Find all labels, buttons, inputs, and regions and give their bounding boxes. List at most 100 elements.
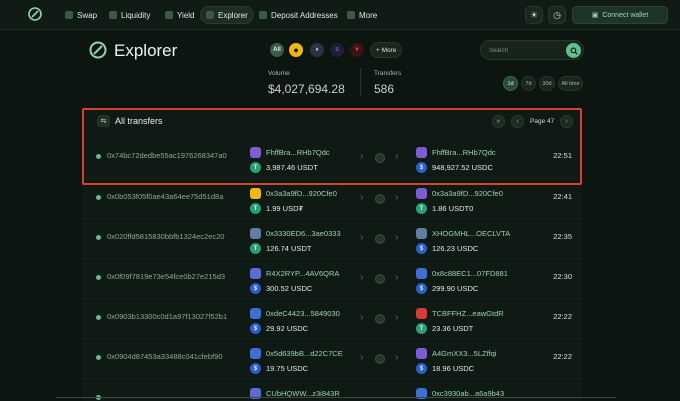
chain-all-label: All <box>273 47 281 53</box>
table-row[interactable]: 0x0f09f7819e73e54fce0b27e215d3 $ R4X2RYP..… <box>82 258 582 298</box>
app-logo-icon[interactable] <box>27 6 43 22</box>
table-row[interactable]: 0x020ffd5815830bbfb1324ec2ec20 T 0x3330ED6… <box>82 218 582 258</box>
from-side: T 0x3330ED6...3ae0333 126.74 USDT <box>250 228 360 258</box>
history-button[interactable]: ◷ <box>548 6 566 24</box>
to-side: $ A4GmXX3...5LZffqi 18.96 USDC <box>416 348 526 378</box>
from-side: $ R4X2RYP...4AV6QRA 300.52 USDC <box>250 268 360 298</box>
sun-icon: ☀ <box>529 9 539 20</box>
from-chain-icon <box>250 188 261 199</box>
grid-icon <box>347 11 355 19</box>
volume-value: $4,027,694.28 <box>268 82 345 96</box>
from-token-icon: T <box>250 203 261 214</box>
to-address[interactable]: 0x3a3a9fD...920Cfe0 <box>432 189 503 198</box>
to-amount: 299.90 USDC <box>432 284 479 293</box>
status-dot <box>96 235 101 240</box>
yield-icon <box>165 11 173 19</box>
range-all-time[interactable]: All time <box>558 76 583 91</box>
chain-filter-all[interactable]: All <box>270 43 284 57</box>
tron-chain-icon[interactable]: ▼ <box>350 43 364 57</box>
tx-time: 22:35 <box>553 232 572 241</box>
from-address[interactable]: 0xdeC4423...5849030 <box>266 309 340 318</box>
from-chain-icon <box>250 308 261 319</box>
nav-yield-label: Yield <box>177 10 195 20</box>
to-side: T TCBFFHZ...eawGtdR 23.36 USDT <box>416 308 526 338</box>
solana-chain-icon[interactable]: ≡ <box>330 43 344 57</box>
nav-deposit-addresses[interactable]: Deposit Addresses <box>254 6 343 24</box>
tx-hash[interactable]: 0x0b053f05f0ae43a64ee75d51d8a <box>107 192 249 201</box>
search-box <box>480 40 584 60</box>
from-address[interactable]: 0x3330ED6...3ae0333 <box>266 229 341 238</box>
to-side: T 0x3a3a9fD...920Cfe0 1.86 USDT0 <box>416 188 526 218</box>
from-token-icon: T <box>250 243 261 254</box>
nav-more-label: More <box>359 10 378 20</box>
volume-label: Volume <box>268 70 290 77</box>
top-nav: Swap Liquidity Yield Explorer Deposit Ad… <box>0 0 680 30</box>
nav-swap[interactable]: Swap <box>60 6 102 24</box>
to-address[interactable]: A4GmXX3...5LZffqi <box>432 349 496 358</box>
table-row[interactable]: 0x0904d87453a33488c041cfebf90 $0x5d639bB.… <box>82 338 582 378</box>
to-token-icon: $ <box>416 243 427 254</box>
from-chain-icon <box>250 228 261 239</box>
to-amount: 1.86 USDT0 <box>432 204 474 213</box>
liquidity-icon <box>109 11 117 19</box>
highlight-box <box>82 108 582 185</box>
range-1d[interactable]: 1d <box>503 76 518 91</box>
chevron-right-icon: › <box>395 352 399 363</box>
status-dot <box>96 315 101 320</box>
to-chain-icon <box>416 268 427 279</box>
tx-hash[interactable]: 0x0f09f7819e73e54fce0b27e215d3 <box>107 272 249 281</box>
ethereum-chain-icon[interactable]: ♦ <box>310 43 324 57</box>
from-amount: 300.52 USDC <box>266 284 313 293</box>
bridge-icon <box>375 194 385 204</box>
from-amount: 19.75 USDC <box>266 364 309 373</box>
more-chains-button[interactable]: + More <box>370 42 403 58</box>
tx-hash[interactable]: 0x0904d87453a33488c041cfebf90 <box>107 352 249 361</box>
connect-wallet-label: Connect wallet <box>602 11 649 19</box>
to-amount: 18.96 USDC <box>432 364 475 373</box>
chevron-right-icon: › <box>395 272 399 283</box>
to-address[interactable]: TCBFFHZ...eawGtdR <box>432 309 504 318</box>
to-token-icon: $ <box>416 283 427 294</box>
nav-yield[interactable]: Yield <box>160 6 200 24</box>
from-address[interactable]: R4X2RYP...4AV6QRA <box>266 269 339 278</box>
chevron-right-icon: › <box>395 232 399 243</box>
nav-explorer[interactable]: Explorer <box>200 6 254 24</box>
stat-divider <box>360 68 361 96</box>
status-dot <box>96 275 101 280</box>
tx-hash[interactable]: 0x0903b13300c0d1a97f13027f52b1 <box>107 312 249 321</box>
to-token-icon: T <box>416 203 427 214</box>
from-token-icon: $ <box>250 363 261 374</box>
search-input[interactable] <box>489 45 559 56</box>
nav-more[interactable]: More <box>342 6 382 24</box>
bridge-icon <box>375 234 385 244</box>
range-7d[interactable]: 7d <box>521 76 536 91</box>
tx-hash[interactable]: 0x020ffd5815830bbfb1324ec2ec20 <box>107 232 249 241</box>
to-address[interactable]: XHOGMHL...OECLVTA <box>432 229 510 238</box>
to-side: $0x8c88EC1...07FD881 299.90 USDC <box>416 268 526 298</box>
connect-wallet-button[interactable]: ▣ Connect wallet <box>572 6 668 24</box>
from-chain-icon <box>250 268 261 279</box>
nav-liquidity[interactable]: Liquidity <box>104 6 155 24</box>
explorer-icon <box>206 11 214 19</box>
to-chain-icon <box>416 308 427 319</box>
bridge-icon <box>375 314 385 324</box>
nav-swap-label: Swap <box>77 10 98 20</box>
deposit-icon <box>259 11 267 19</box>
from-side: $0xdeC4423...5849030 29.92 USDC <box>250 308 360 338</box>
clock-icon: ◷ <box>553 9 561 20</box>
nav-liquidity-label: Liquidity <box>121 10 151 20</box>
from-address[interactable]: 0x3a3a9fD...920Cfe0 <box>266 189 337 198</box>
to-chain-icon <box>416 348 427 359</box>
nav-deposit-label: Deposit Addresses <box>271 10 338 20</box>
theme-toggle-button[interactable]: ☀ <box>525 6 543 24</box>
transfers-label: Transfers <box>374 70 402 77</box>
from-address[interactable]: 0x5d639bB...d22C7CE <box>266 349 343 358</box>
to-address[interactable]: 0x8c88EC1...07FD881 <box>432 269 508 278</box>
chevron-right-icon: › <box>360 232 364 243</box>
to-amount: 126.23 USDC <box>432 244 479 253</box>
range-30d[interactable]: 30d <box>539 76 555 91</box>
bottom-divider <box>56 397 616 401</box>
table-row[interactable]: 0x0903b13300c0d1a97f13027f52b1 $0xdeC4423… <box>82 298 582 338</box>
search-button[interactable] <box>566 43 581 58</box>
bnb-chain-icon[interactable]: ◆ <box>289 43 303 57</box>
